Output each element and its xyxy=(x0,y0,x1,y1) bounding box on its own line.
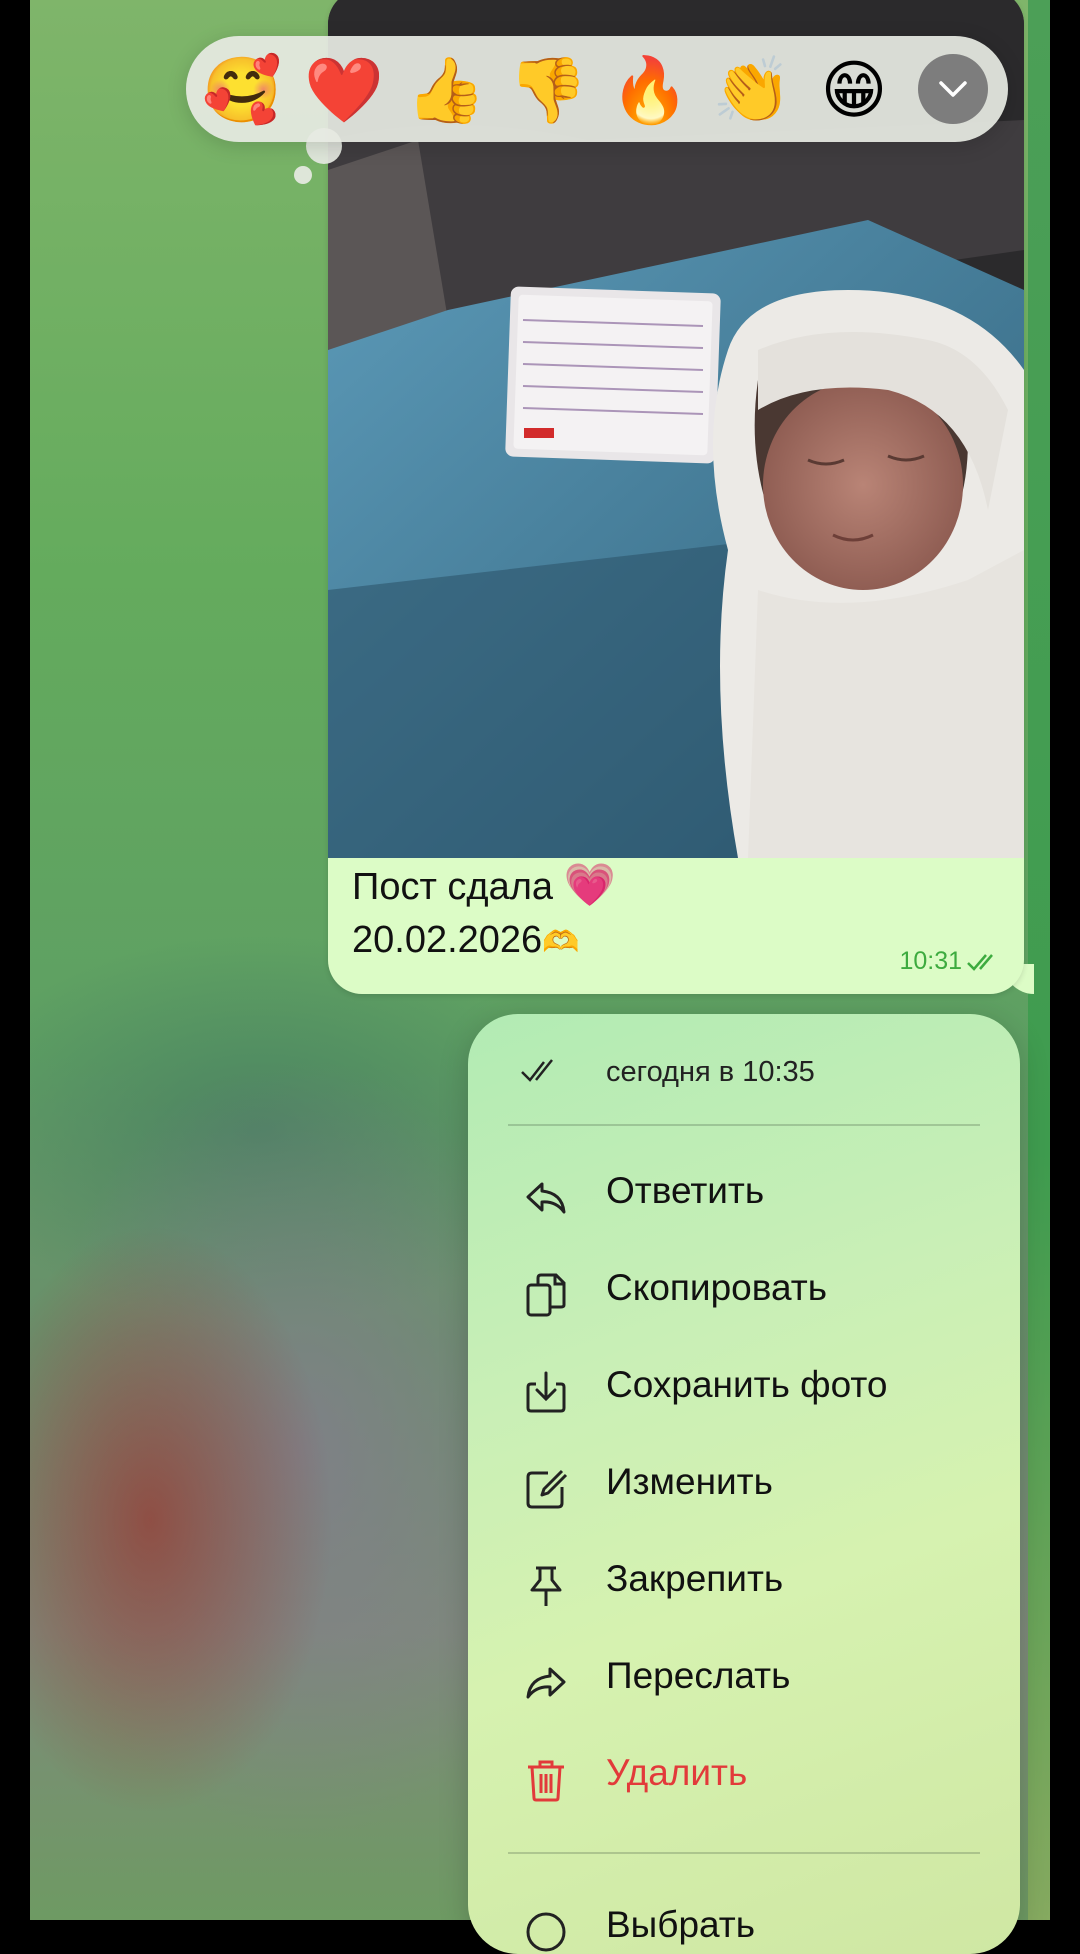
menu-item-label: Закрепить xyxy=(606,1558,784,1599)
screen-edge-left xyxy=(0,0,30,1920)
menu-item-label: Изменить xyxy=(606,1461,773,1502)
menu-item-pin[interactable]: Закрепить xyxy=(468,1536,1020,1633)
context-menu: сегодня в 10:35 Ответить Скопировать Сох… xyxy=(468,1014,1020,1954)
menu-item-delete[interactable]: Удалить xyxy=(468,1730,1020,1827)
reaction-heart[interactable]: ❤️ xyxy=(304,50,384,130)
pin-icon xyxy=(530,1566,562,1606)
reaction-fire[interactable]: 🔥 xyxy=(610,50,690,130)
menu-item-label: Сохранить фото xyxy=(606,1364,888,1405)
reaction-thumbs-up[interactable]: 👍 xyxy=(406,50,486,130)
reply-icon xyxy=(526,1182,566,1214)
reaction-bar-dot-small xyxy=(294,166,312,184)
chevron-down-icon xyxy=(939,81,967,97)
copy-icon xyxy=(526,1273,566,1317)
menu-divider xyxy=(508,1124,980,1126)
caption-line2: 20.02.2026 xyxy=(352,919,543,961)
caption-line1: Пост сдала xyxy=(352,866,554,908)
menu-item-label: Ответить xyxy=(606,1170,765,1211)
menu-item-select[interactable]: Выбрать xyxy=(468,1882,1020,1954)
menu-item-label: Скопировать xyxy=(606,1267,827,1308)
save-photo-icon xyxy=(526,1371,566,1413)
message-time: 10:31 xyxy=(899,947,1000,976)
heart-hands-emoji: 🫶 xyxy=(542,926,580,959)
menu-item-label: Переслать xyxy=(606,1655,791,1696)
select-icon xyxy=(526,1912,566,1952)
menu-item-edit[interactable]: Изменить xyxy=(468,1439,1020,1536)
menu-item-copy[interactable]: Скопировать xyxy=(468,1245,1020,1342)
menu-item-label: Удалить xyxy=(606,1752,748,1793)
forward-icon xyxy=(526,1667,566,1699)
message-time-text: 10:31 xyxy=(899,947,962,975)
read-time-text: сегодня в 10:35 xyxy=(606,1056,815,1088)
reaction-thumbs-down[interactable]: 👎 xyxy=(508,50,588,130)
edit-icon xyxy=(526,1469,568,1509)
read-status-icon xyxy=(521,1059,553,1082)
screen-edge-right xyxy=(1050,0,1080,1920)
expand-reactions-button[interactable] xyxy=(918,54,988,124)
message-bubble[interactable]: Пост сдала 💗 20.02.2026🫶 10:31 xyxy=(328,0,1024,994)
menu-item-save-photo[interactable]: Сохранить фото xyxy=(468,1342,1020,1439)
message-caption: Пост сдала 💗 20.02.2026🫶 xyxy=(352,858,616,969)
chat-background-edge xyxy=(1028,0,1050,1920)
menu-item-reply[interactable]: Ответить xyxy=(468,1148,1020,1245)
menu-item-forward[interactable]: Переслать xyxy=(468,1633,1020,1730)
trash-icon xyxy=(528,1760,564,1802)
reaction-bar: 🥰 ❤️ 👍 👎 🔥 👏 😁 xyxy=(186,36,1008,142)
menu-divider xyxy=(508,1852,980,1854)
reaction-smiling-hearts[interactable]: 🥰 xyxy=(202,50,282,130)
menu-item-label: Выбрать xyxy=(606,1904,756,1945)
reaction-clap[interactable]: 👏 xyxy=(712,50,792,130)
reaction-grin[interactable]: 😁 xyxy=(814,50,894,130)
double-check-icon xyxy=(967,953,993,971)
heart-emoji: 💗 xyxy=(563,861,616,908)
